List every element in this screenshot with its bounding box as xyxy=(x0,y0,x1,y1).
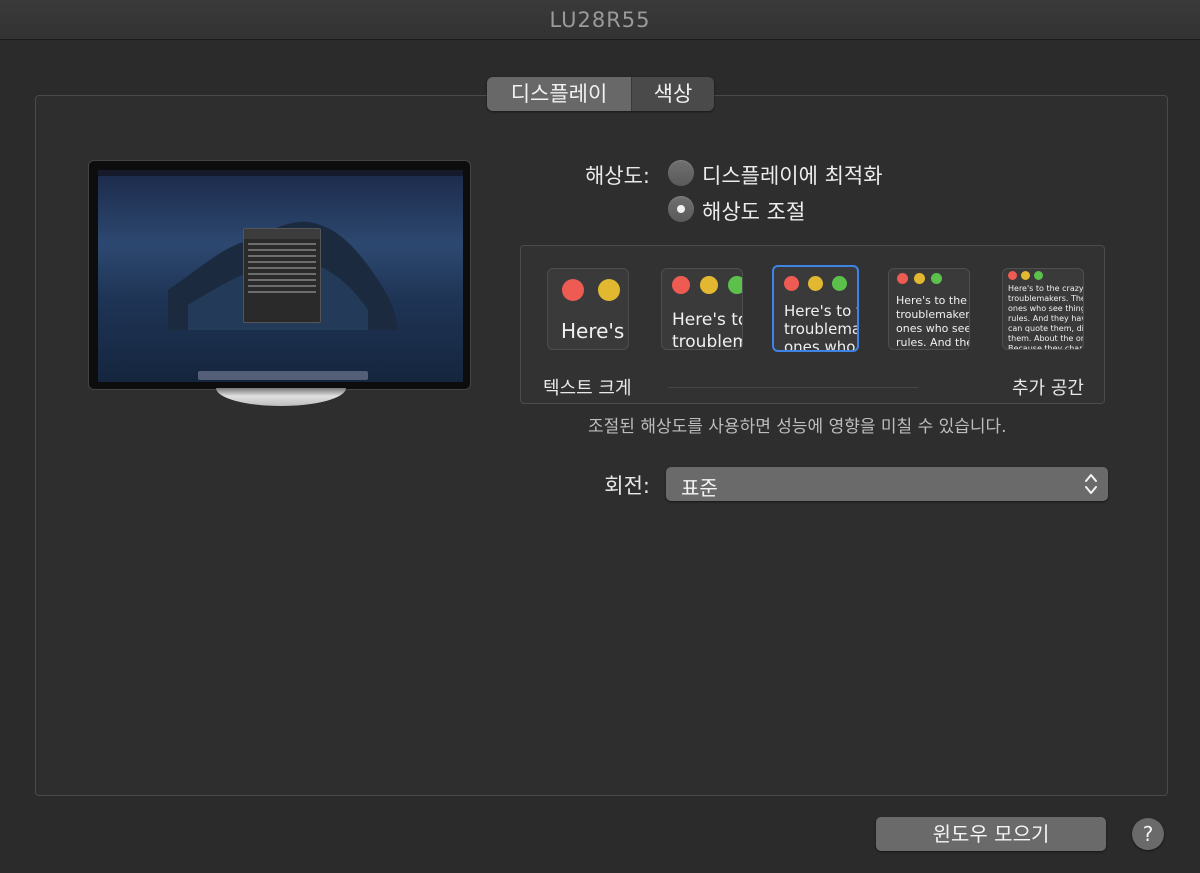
radio-scaled[interactable] xyxy=(668,196,694,222)
rotation-select[interactable]: 표준 xyxy=(666,467,1108,501)
help-button[interactable]: ? xyxy=(1132,818,1164,850)
performance-note: 조절된 해상도를 사용하면 성능에 영향을 미칠 수 있습니다. xyxy=(588,417,1007,437)
scale-option-2-text: Here's to troublem xyxy=(672,310,743,350)
up-down-chevron-icon xyxy=(1085,474,1097,494)
radio-optimized-label[interactable]: 디스플레이에 최적화 xyxy=(702,160,883,190)
preview-window xyxy=(243,228,321,323)
scale-option-5[interactable]: Here's to the crazy one troublemakers. T… xyxy=(1002,268,1084,350)
tab-display[interactable]: 디스플레이 xyxy=(487,77,631,111)
larger-text-label: 텍스트 크게 xyxy=(543,378,632,399)
window-title: LU28R55 xyxy=(549,8,651,32)
scale-option-4-text: Here's to the cr troublemakers. ones who… xyxy=(896,294,970,349)
tab-bar: 디스플레이 색상 xyxy=(487,77,714,111)
scale-option-1[interactable]: Here's xyxy=(547,268,629,350)
monitor-image xyxy=(88,160,471,390)
gather-windows-button[interactable]: 윈도우 모으기 xyxy=(876,817,1106,851)
scale-option-1-text: Here's xyxy=(561,319,625,343)
scale-option-2[interactable]: Here's to troublem xyxy=(661,268,743,350)
scale-option-3[interactable]: Here's to t troublema ones who xyxy=(772,265,859,352)
rotation-value: 표준 xyxy=(681,476,718,500)
scale-option-5-text: Here's to the crazy one troublemakers. T… xyxy=(1008,284,1084,350)
rotation-label: 회전: xyxy=(604,474,650,498)
radio-scaled-label[interactable]: 해상도 조절 xyxy=(702,196,805,226)
more-space-label: 추가 공간 xyxy=(1012,378,1084,399)
scale-option-3-text: Here's to t troublema ones who xyxy=(784,302,859,352)
scale-option-4[interactable]: Here's to the cr troublemakers. ones who… xyxy=(888,268,970,350)
title-bar: LU28R55 xyxy=(0,0,1200,40)
scale-track xyxy=(668,387,918,388)
radio-optimized[interactable] xyxy=(668,160,694,186)
resolution-label: 해상도: xyxy=(584,164,650,188)
desktop-wallpaper xyxy=(98,170,463,382)
tab-color[interactable]: 색상 xyxy=(631,77,714,111)
dock xyxy=(198,371,368,380)
